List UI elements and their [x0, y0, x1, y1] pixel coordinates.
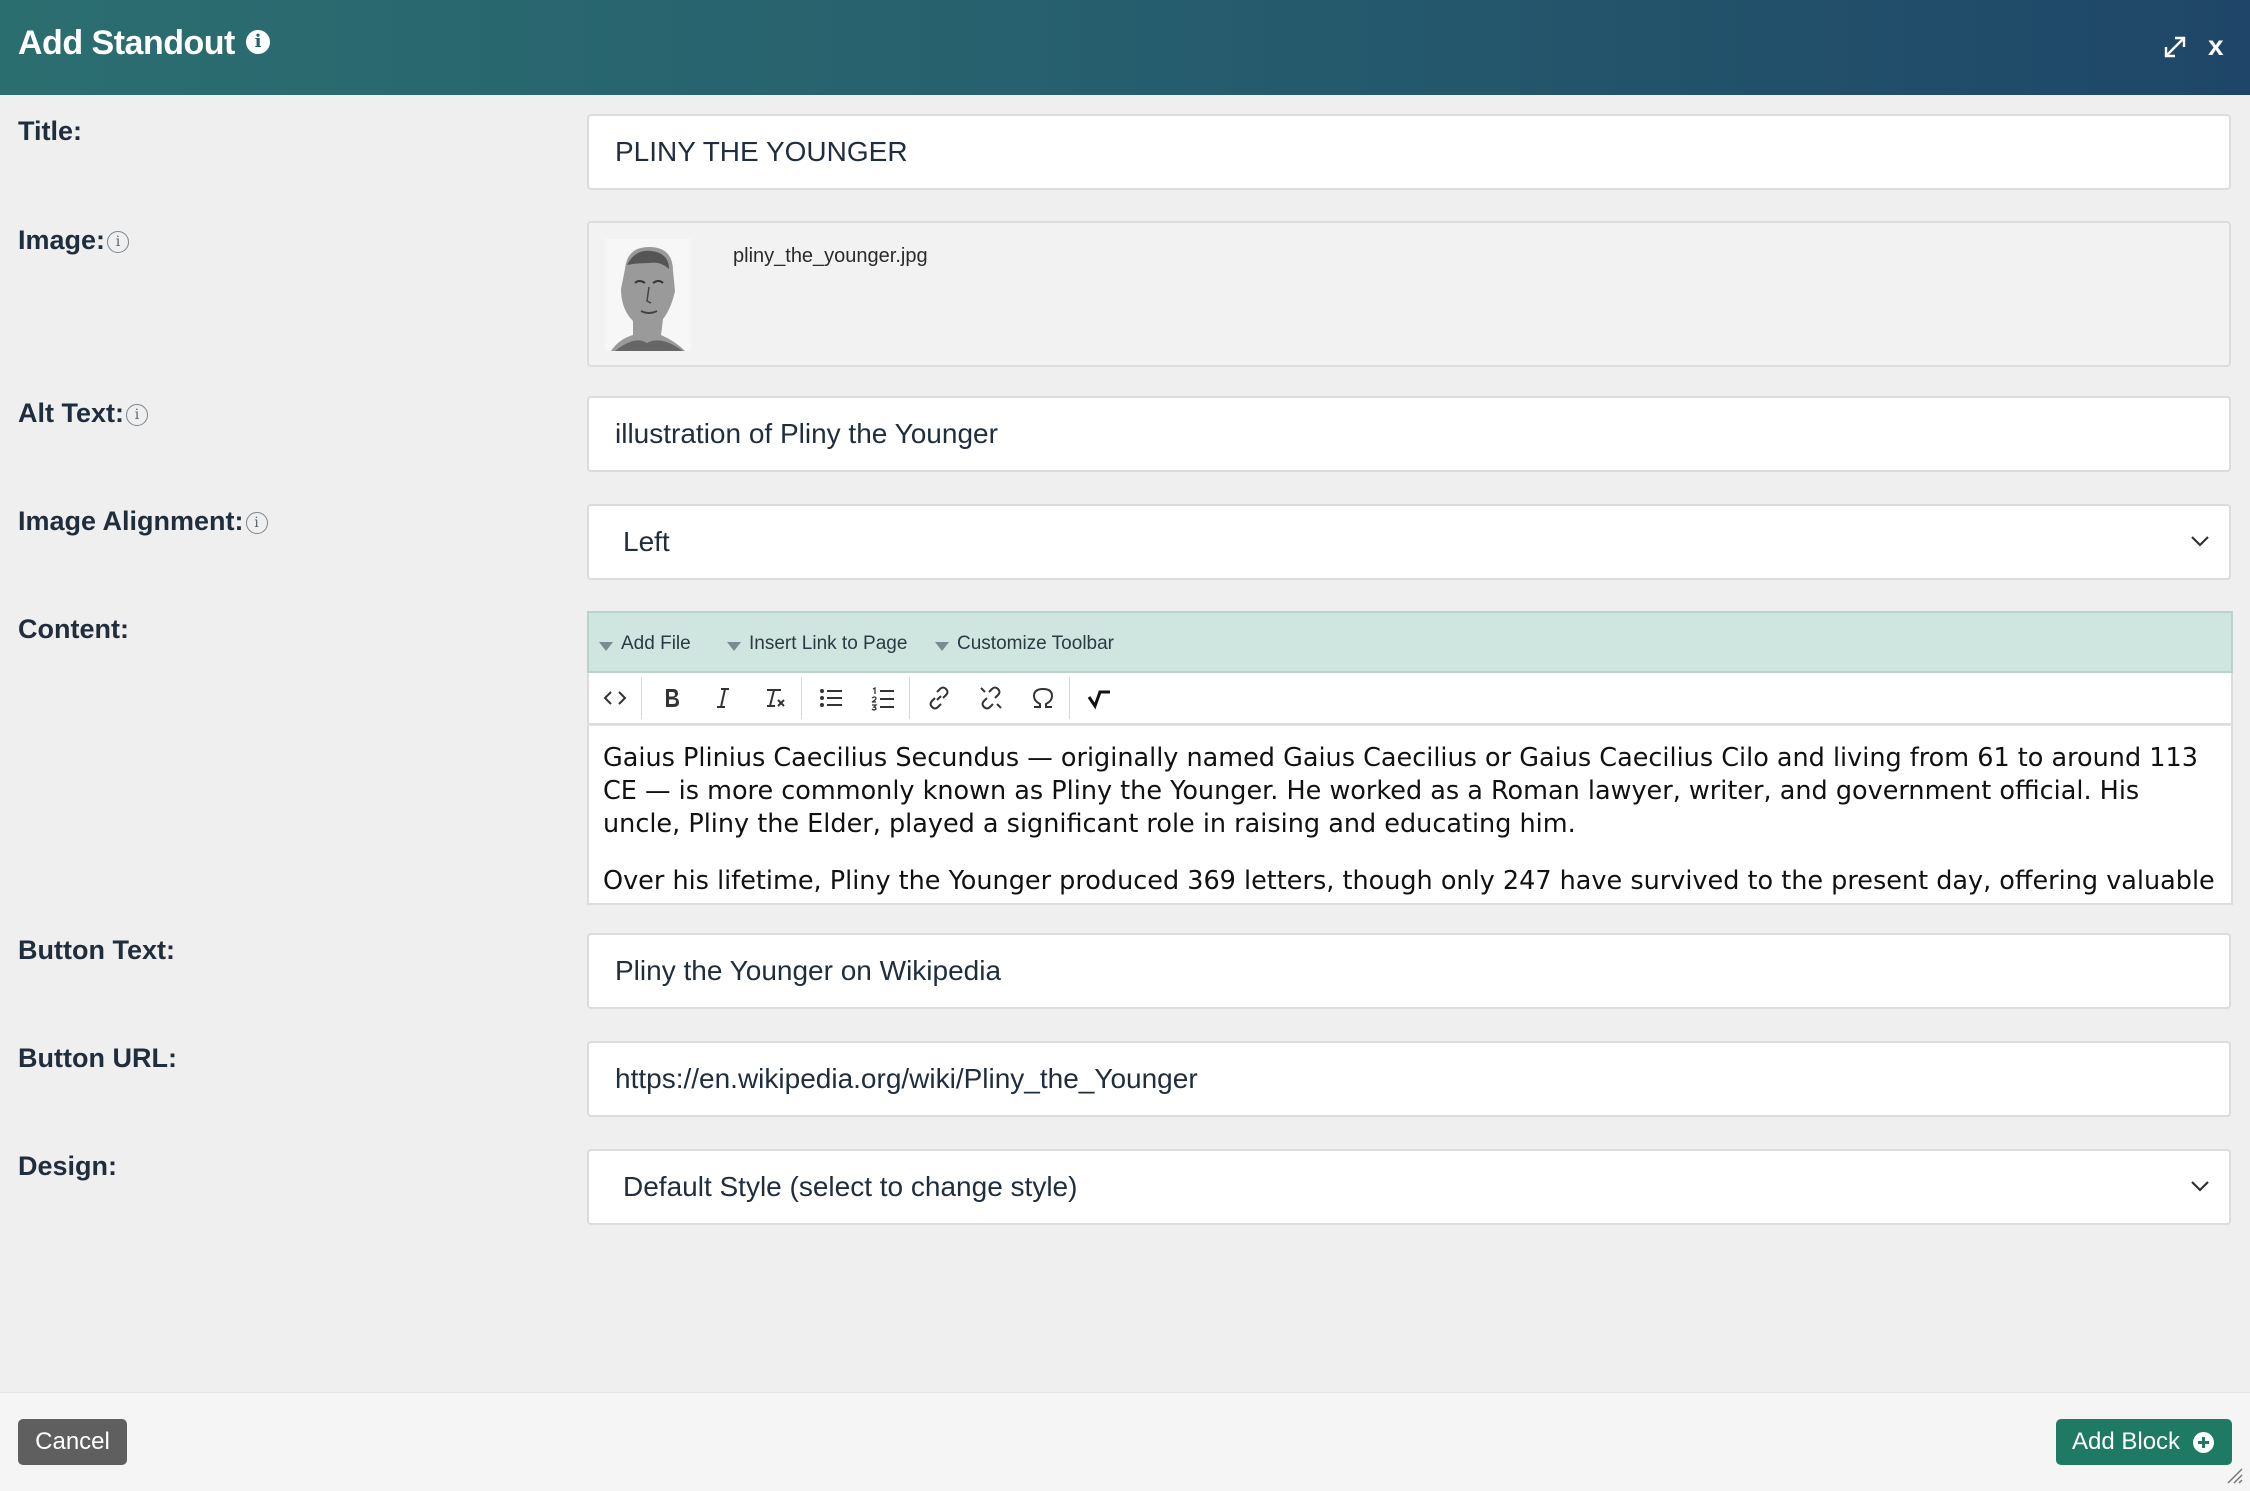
add-file-menu[interactable]: Add File: [599, 633, 691, 655]
button-text-input-value: Pliny the Younger on Wikipedia: [615, 955, 1002, 986]
alt-text-info-icon[interactable]: i: [126, 403, 148, 426]
remove-format-icon[interactable]: [749, 673, 801, 723]
title-label: Title:: [18, 116, 82, 147]
source-code-icon[interactable]: [589, 673, 641, 723]
bulleted-list-icon[interactable]: [805, 673, 857, 723]
toolbar-separator: [1069, 677, 1070, 719]
image-alignment-info-icon[interactable]: i: [245, 511, 268, 534]
button-text-input[interactable]: Pliny the Younger on Wikipedia: [587, 933, 2231, 1009]
image-alignment-label: Image Alignment: i: [18, 506, 268, 537]
dialog-footer: Cancel Add Block: [0, 1392, 2250, 1491]
customize-toolbar-menu[interactable]: Customize Toolbar: [935, 633, 1114, 655]
italic-icon[interactable]: [697, 673, 749, 723]
image-picker[interactable]: pliny_the_younger.jpg: [587, 221, 2231, 367]
image-alignment-value: Left: [623, 526, 670, 557]
toolbar-separator: [801, 677, 802, 719]
image-info-icon[interactable]: i: [107, 230, 130, 253]
unlink-icon[interactable]: [965, 673, 1017, 723]
editor-menubar: Add File Insert Link to Page Customize T…: [587, 611, 2233, 673]
image-filename: pliny_the_younger.jpg: [733, 245, 928, 267]
resize-handle-icon[interactable]: [2222, 1463, 2244, 1485]
info-icon[interactable]: i: [246, 30, 270, 54]
title-input[interactable]: PLINY THE YOUNGER: [587, 114, 2231, 190]
customize-toolbar-menu-label: Customize Toolbar: [957, 633, 1115, 654]
chevron-down-icon: [2191, 536, 2209, 547]
dialog-titlebar: Add Standout i x: [0, 0, 2250, 95]
insert-link-to-page-menu[interactable]: Insert Link to Page: [727, 633, 907, 655]
content-paragraph: Over his lifetime, Pliny the Younger pro…: [603, 866, 2215, 896]
image-label-text: Image:: [18, 225, 106, 255]
image-label: Image: i: [18, 225, 130, 256]
plus-circle-icon: [2193, 1432, 2214, 1453]
button-url-label-text: Button URL:: [18, 1043, 177, 1073]
editor-content-area[interactable]: Gaius Plinius Caecilius Secundus — origi…: [587, 725, 2233, 905]
button-url-input-value: https://en.wikipedia.org/wiki/Pliny_the_…: [615, 1063, 1198, 1094]
add-standout-dialog: Add Standout i x Title: PLINY THE YOUNGE…: [0, 0, 2250, 1491]
add-block-button[interactable]: Add Block: [2056, 1419, 2232, 1465]
button-url-input[interactable]: https://en.wikipedia.org/wiki/Pliny_the_…: [587, 1041, 2231, 1117]
dropdown-triangle-icon: [727, 642, 741, 652]
design-select-value: Default Style (select to change style): [623, 1171, 1078, 1202]
close-button[interactable]: x: [2208, 30, 2224, 62]
content-paragraph: Gaius Plinius Caecilius Secundus — origi…: [603, 743, 2198, 839]
expand-icon[interactable]: [2160, 32, 2190, 62]
dropdown-triangle-icon: [935, 642, 949, 652]
design-label-text: Design:: [18, 1151, 118, 1181]
alt-text-label-text: Alt Text:: [18, 398, 124, 428]
chevron-down-icon: [2191, 1181, 2209, 1192]
insert-link-to-page-menu-label: Insert Link to Page: [749, 633, 908, 654]
check-icon[interactable]: [1073, 673, 1125, 723]
dropdown-triangle-icon: [599, 642, 613, 652]
dialog-title: Add Standout: [18, 24, 235, 62]
image-thumbnail: [605, 239, 691, 351]
bold-icon[interactable]: [645, 673, 697, 723]
image-alignment-select[interactable]: Left: [587, 504, 2231, 580]
cancel-button[interactable]: Cancel: [18, 1419, 127, 1465]
design-select[interactable]: Default Style (select to change style): [587, 1149, 2231, 1225]
alt-text-label: Alt Text: i: [18, 398, 148, 429]
link-icon[interactable]: [913, 673, 965, 723]
numbered-list-icon[interactable]: [857, 673, 909, 723]
design-label: Design:: [18, 1151, 117, 1182]
button-text-label-text: Button Text:: [18, 935, 175, 965]
button-text-label: Button Text:: [18, 935, 175, 966]
title-label-text: Title:: [18, 116, 83, 146]
content-editor: Add File Insert Link to Page Customize T…: [587, 611, 2233, 905]
title-input-value: PLINY THE YOUNGER: [615, 136, 908, 167]
special-character-icon[interactable]: [1017, 673, 1069, 723]
image-alignment-label-text: Image Alignment:: [18, 506, 244, 536]
add-block-label: Add Block: [2072, 1428, 2181, 1455]
editor-toolbar: [587, 673, 2233, 725]
content-label: Content:: [18, 614, 129, 645]
toolbar-separator: [909, 677, 910, 719]
alt-text-input[interactable]: illustration of Pliny the Younger: [587, 396, 2231, 472]
alt-text-input-value: illustration of Pliny the Younger: [615, 418, 998, 449]
button-url-label: Button URL:: [18, 1043, 177, 1074]
toolbar-separator: [641, 677, 642, 719]
add-file-menu-label: Add File: [621, 633, 691, 654]
content-label-text: Content:: [18, 614, 129, 644]
